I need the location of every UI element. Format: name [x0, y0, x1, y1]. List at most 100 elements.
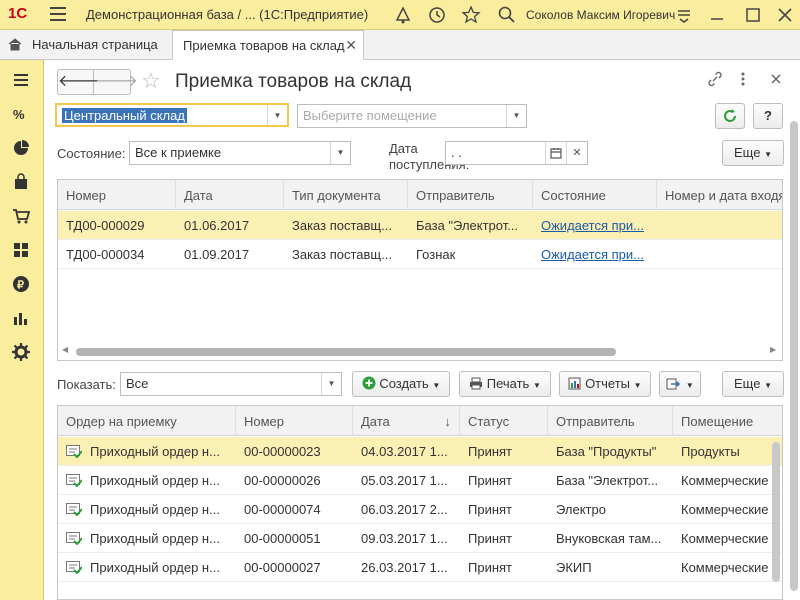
more-button[interactable]: Еще ▼	[722, 140, 784, 166]
scroll-left-icon[interactable]: ◀	[62, 345, 68, 354]
bell-icon[interactable]	[392, 4, 414, 26]
chevron-down-icon[interactable]: ▼	[267, 105, 287, 125]
col-order-date[interactable]: Дата ↓	[353, 406, 460, 436]
cart-icon[interactable]	[11, 206, 31, 226]
document-structure-icon	[666, 378, 681, 390]
minimize-icon[interactable]	[706, 4, 728, 26]
tab-goods-receipt-label: Приемка товаров на склад	[183, 38, 345, 53]
chevron-down-icon[interactable]: ▼	[330, 142, 350, 164]
print-button-label: Печать	[486, 376, 530, 391]
col-number[interactable]: Номер	[58, 180, 176, 210]
cell-sender: Гознак	[416, 247, 456, 262]
tab-home-label: Начальная страница	[32, 37, 158, 52]
print-button[interactable]: Печать ▼	[459, 371, 551, 397]
chevron-down-icon[interactable]: ▼	[506, 105, 526, 127]
cell-state-link[interactable]: Ожидается при...	[533, 211, 657, 240]
pie-chart-icon[interactable]	[11, 138, 31, 158]
receipt-date-input[interactable]: . . ✕	[445, 141, 588, 165]
reports-button[interactable]: Отчеты ▼	[559, 371, 651, 397]
tab-close-icon[interactable]: ✕	[345, 37, 357, 54]
col-order[interactable]: Ордер на приемку	[58, 406, 236, 436]
cell-status: Принят	[468, 531, 513, 546]
cell-room: Коммерческие ...	[681, 473, 777, 488]
table-row[interactable]: Приходный ордер н... 00-00000026 05.03.2…	[58, 466, 782, 495]
cell-doc-type: Заказ поставщ...	[292, 247, 392, 262]
table-row[interactable]: Приходный ордер н... 00-00000074 06.03.2…	[58, 495, 782, 524]
back-button[interactable]: 🡐	[58, 70, 101, 94]
date-label: Дата	[389, 141, 418, 156]
col-sender[interactable]: Отправитель	[408, 180, 533, 210]
search-icon[interactable]	[496, 4, 518, 26]
refresh-icon	[724, 109, 736, 122]
table-row[interactable]: Приходный ордер н... 00-00000023 04.03.2…	[58, 437, 782, 466]
col-state[interactable]: Состояние	[533, 180, 657, 210]
cell-order-number: 00-00000051	[244, 531, 321, 546]
cell-status: Принят	[468, 444, 513, 459]
cell-state-link[interactable]: Ожидается при...	[533, 240, 657, 269]
refresh-button[interactable]	[715, 103, 745, 129]
cell-order-number: 00-00000027	[244, 560, 321, 575]
cell-date: 01.06.2017	[184, 218, 250, 233]
close-window-icon[interactable]	[774, 4, 796, 26]
cell-order: Приходный ордер н...	[90, 502, 220, 517]
col-date[interactable]: Дата	[176, 180, 284, 210]
col-status[interactable]: Статус	[460, 406, 548, 436]
col-order-sender[interactable]: Отправитель	[548, 406, 673, 436]
top-bar: 1С Демонстрационная база / ... (1С:Предп…	[0, 0, 800, 30]
receipt-order-icon	[66, 503, 82, 516]
printer-icon	[470, 377, 483, 390]
warehouse-select[interactable]: Центральный склад ▼	[55, 103, 289, 127]
create-button[interactable]: Создать ▼	[352, 371, 450, 397]
calendar-icon[interactable]	[545, 142, 566, 164]
warehouse-grid-icon[interactable]	[11, 240, 31, 260]
percent-section-icon[interactable]: %	[11, 104, 31, 124]
horizontal-scrollbar[interactable]	[76, 348, 616, 356]
cell-status: Принят	[468, 560, 513, 575]
tab-goods-receipt[interactable]: Приемка товаров на склад ✕	[172, 30, 364, 60]
col-order-number[interactable]: Номер	[236, 406, 353, 436]
cell-doc-type: Заказ поставщ...	[292, 218, 392, 233]
main-menu-icon[interactable]	[50, 7, 66, 21]
settings-menu-icon[interactable]	[673, 4, 695, 26]
ruble-icon[interactable]: ₽	[11, 274, 31, 294]
home-icon	[8, 38, 22, 51]
col-incoming-number[interactable]: Номер и дата входя	[657, 180, 782, 210]
bar-chart-icon[interactable]	[11, 308, 31, 328]
close-form-icon[interactable]	[770, 71, 782, 87]
state-select[interactable]: Все к приемке ▼	[129, 141, 351, 165]
scroll-right-icon[interactable]: ▶	[770, 345, 776, 354]
cell-order-date: 26.03.2017 1...	[361, 560, 448, 575]
menu-list-icon[interactable]	[11, 70, 31, 90]
table-row[interactable]: Приходный ордер н... 00-00000051 09.03.2…	[58, 524, 782, 553]
col-room[interactable]: Помещение	[673, 406, 782, 436]
link-icon[interactable]	[707, 71, 723, 87]
help-button[interactable]: ?	[753, 103, 783, 129]
table-row[interactable]: Приходный ордер н... 00-00000027 26.03.2…	[58, 553, 782, 582]
favorite-star-icon[interactable]: ☆	[141, 68, 161, 94]
form-area: 🡐 🡒 ☆ Приемка товаров на склад Центральн…	[45, 61, 800, 600]
tab-home[interactable]: Начальная страница	[6, 30, 170, 60]
cell-order-sender: Электро	[556, 502, 606, 517]
user-name[interactable]: Соколов Максим Игоревич	[526, 8, 675, 22]
receipt-order-icon	[66, 445, 82, 458]
table-row[interactable]: ТД00-000029 01.06.2017 Заказ поставщ... …	[58, 211, 782, 240]
col-doc-type[interactable]: Тип документа	[284, 180, 408, 210]
related-docs-button[interactable]: ▼	[659, 371, 701, 397]
gear-icon[interactable]	[11, 342, 31, 362]
more-actions-icon[interactable]	[740, 71, 746, 87]
forward-button[interactable]: 🡒	[95, 70, 138, 94]
svg-text:₽: ₽	[17, 280, 24, 292]
more-button-lower[interactable]: Еще ▼	[722, 371, 784, 397]
table-row[interactable]: ТД00-000034 01.09.2017 Заказ поставщ... …	[58, 240, 782, 269]
chevron-down-icon[interactable]: ▼	[321, 373, 341, 395]
clear-date-icon[interactable]: ✕	[566, 142, 587, 164]
form-title: Приемка товаров на склад	[175, 71, 412, 92]
maximize-icon[interactable]	[742, 4, 764, 26]
shopping-bag-icon[interactable]	[11, 172, 31, 192]
orders-vertical-scrollbar[interactable]	[772, 442, 780, 582]
history-icon[interactable]	[426, 4, 448, 26]
form-vertical-scrollbar[interactable]	[790, 121, 798, 591]
room-select[interactable]: Выберите помещение ▼	[297, 104, 527, 128]
show-filter-select[interactable]: Все ▼	[120, 372, 342, 396]
favorites-star-icon[interactable]	[460, 4, 482, 26]
